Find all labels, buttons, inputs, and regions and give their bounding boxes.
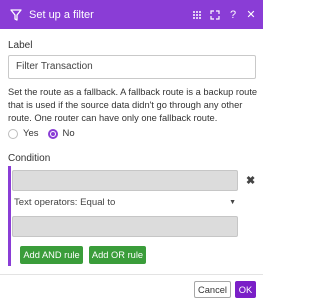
fallback-radio-group: Yes No: [8, 128, 84, 139]
fallback-option-yes[interactable]: Yes: [8, 128, 39, 139]
operator-select-value: Text operators: Equal to: [14, 197, 116, 208]
grip-icon[interactable]: [188, 6, 206, 24]
radio-checked-icon[interactable]: [47, 128, 58, 139]
filter-icon: [9, 8, 22, 21]
label-field-title: Label: [8, 40, 33, 51]
dialog-title: Set up a filter: [29, 8, 94, 21]
footer-divider: [0, 274, 263, 275]
remove-condition-icon[interactable]: ✖: [246, 174, 255, 187]
cancel-button[interactable]: Cancel: [194, 281, 231, 298]
fallback-description: Set the route as a fallback. A fallback …: [8, 87, 258, 123]
close-icon[interactable]: ✕: [242, 6, 260, 24]
fallback-option-label: Yes: [23, 128, 39, 139]
ok-button[interactable]: OK: [235, 281, 256, 298]
expand-icon[interactable]: [206, 6, 224, 24]
add-and-rule-button[interactable]: Add AND rule: [20, 246, 83, 264]
condition-operand-2-field[interactable]: [12, 216, 238, 237]
radio-unchecked-icon[interactable]: [8, 128, 18, 139]
label-input[interactable]: Filter Transaction: [8, 55, 256, 79]
dialog-header: Set up a filter ? ✕: [0, 0, 263, 29]
condition-title: Condition: [8, 153, 51, 164]
fallback-option-no[interactable]: No: [47, 128, 75, 139]
add-or-rule-button[interactable]: Add OR rule: [89, 246, 146, 264]
caret-down-icon: ▼: [229, 199, 236, 206]
condition-operand-1-field[interactable]: [12, 170, 238, 191]
help-icon[interactable]: ?: [224, 6, 242, 24]
fallback-option-label: No: [62, 128, 75, 139]
operator-select[interactable]: Text operators: Equal to ▼: [14, 194, 238, 211]
